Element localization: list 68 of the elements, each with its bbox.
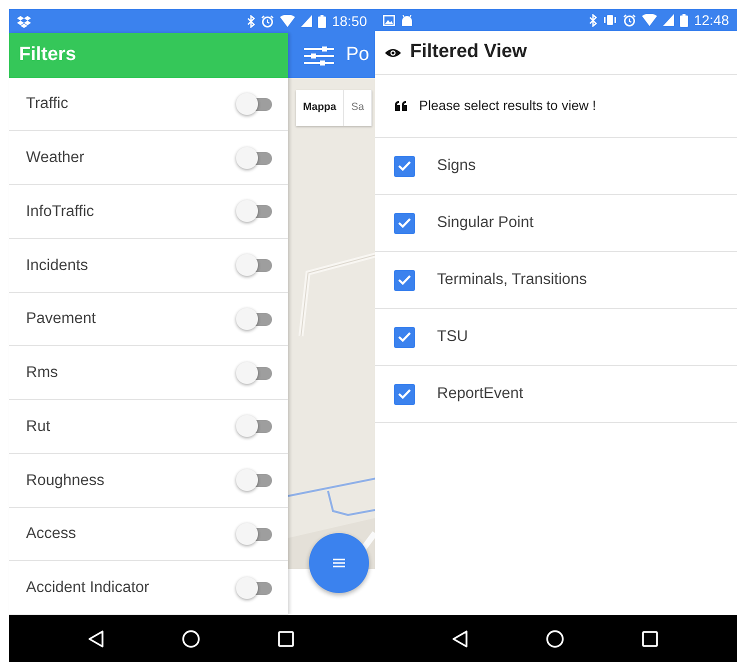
wifi-icon <box>280 15 295 27</box>
drawer-title: Filters <box>9 33 288 78</box>
option-label: ReportEvent <box>437 384 524 404</box>
filter-label: Traffic <box>26 94 68 114</box>
battery-icon <box>318 14 326 28</box>
eye-icon <box>385 48 401 58</box>
wifi-icon <box>642 14 657 26</box>
android-icon <box>401 14 413 26</box>
recents-icon[interactable] <box>642 630 658 646</box>
option-label: Singular Point <box>437 213 534 234</box>
recents-icon[interactable] <box>278 630 294 646</box>
filter-label: Access <box>26 524 76 544</box>
checkbox[interactable] <box>394 270 415 290</box>
bluetooth-icon <box>246 14 255 28</box>
alarm-icon <box>622 14 636 26</box>
screen-title: Filtered View <box>410 40 527 64</box>
checkbox[interactable] <box>394 326 415 348</box>
status-time: 18:50 <box>332 12 367 30</box>
back-icon[interactable] <box>88 630 104 648</box>
sliders-icon[interactable] <box>304 44 334 66</box>
check-icon <box>398 332 411 342</box>
check-icon <box>398 161 411 171</box>
check-icon <box>398 389 411 399</box>
option-label: TSU <box>437 327 468 348</box>
checkbox[interactable] <box>394 156 415 176</box>
signal-icon <box>662 14 674 26</box>
filter-label: Incidents <box>26 256 88 276</box>
image-icon <box>383 14 395 26</box>
checkbox[interactable] <box>394 212 415 234</box>
app-title: Po <box>346 43 370 68</box>
bluetooth-icon <box>588 14 597 26</box>
filter-label: Roughness <box>26 470 104 491</box>
status-time: 12:48 <box>694 10 729 30</box>
signal-icon <box>300 15 312 27</box>
home-icon[interactable] <box>182 630 200 648</box>
menu-icon <box>333 558 345 568</box>
battery-icon <box>680 14 688 26</box>
toggle-switch[interactable] <box>236 362 274 384</box>
toggle-switch[interactable] <box>236 308 274 330</box>
toggle-switch[interactable] <box>236 92 274 115</box>
filter-label: InfoTraffic <box>26 202 94 222</box>
checkbox[interactable] <box>394 384 415 404</box>
message-text: Please select results to view ! <box>419 96 596 115</box>
toggle-switch[interactable] <box>236 200 274 222</box>
filter-label: Pavement <box>26 309 96 330</box>
vibrate-icon <box>602 14 617 26</box>
box-icon <box>17 14 31 28</box>
check-icon <box>398 218 411 228</box>
filter-label: Weather <box>26 148 84 168</box>
toggle-switch[interactable] <box>236 469 274 492</box>
toggle-switch[interactable] <box>236 522 274 545</box>
home-icon[interactable] <box>546 630 564 648</box>
option-label: Terminals, Transitions <box>437 270 587 290</box>
menu-fab[interactable] <box>309 533 369 593</box>
quote-icon <box>395 101 407 111</box>
alarm-icon <box>260 14 274 28</box>
map-type-tab[interactable]: Mappa <box>296 90 344 126</box>
toggle-switch[interactable] <box>236 254 274 276</box>
map-type-tab[interactable]: Sa <box>344 90 372 126</box>
filter-label: Rut <box>26 416 50 437</box>
option-label: Signs <box>437 156 476 176</box>
filter-label: Accident Indicator <box>26 578 150 598</box>
toggle-switch[interactable] <box>236 146 274 169</box>
back-icon[interactable] <box>452 630 468 648</box>
check-icon <box>398 275 411 285</box>
toggle-switch[interactable] <box>236 415 274 438</box>
filter-label: Rms <box>26 363 58 384</box>
toggle-switch[interactable] <box>236 576 274 599</box>
